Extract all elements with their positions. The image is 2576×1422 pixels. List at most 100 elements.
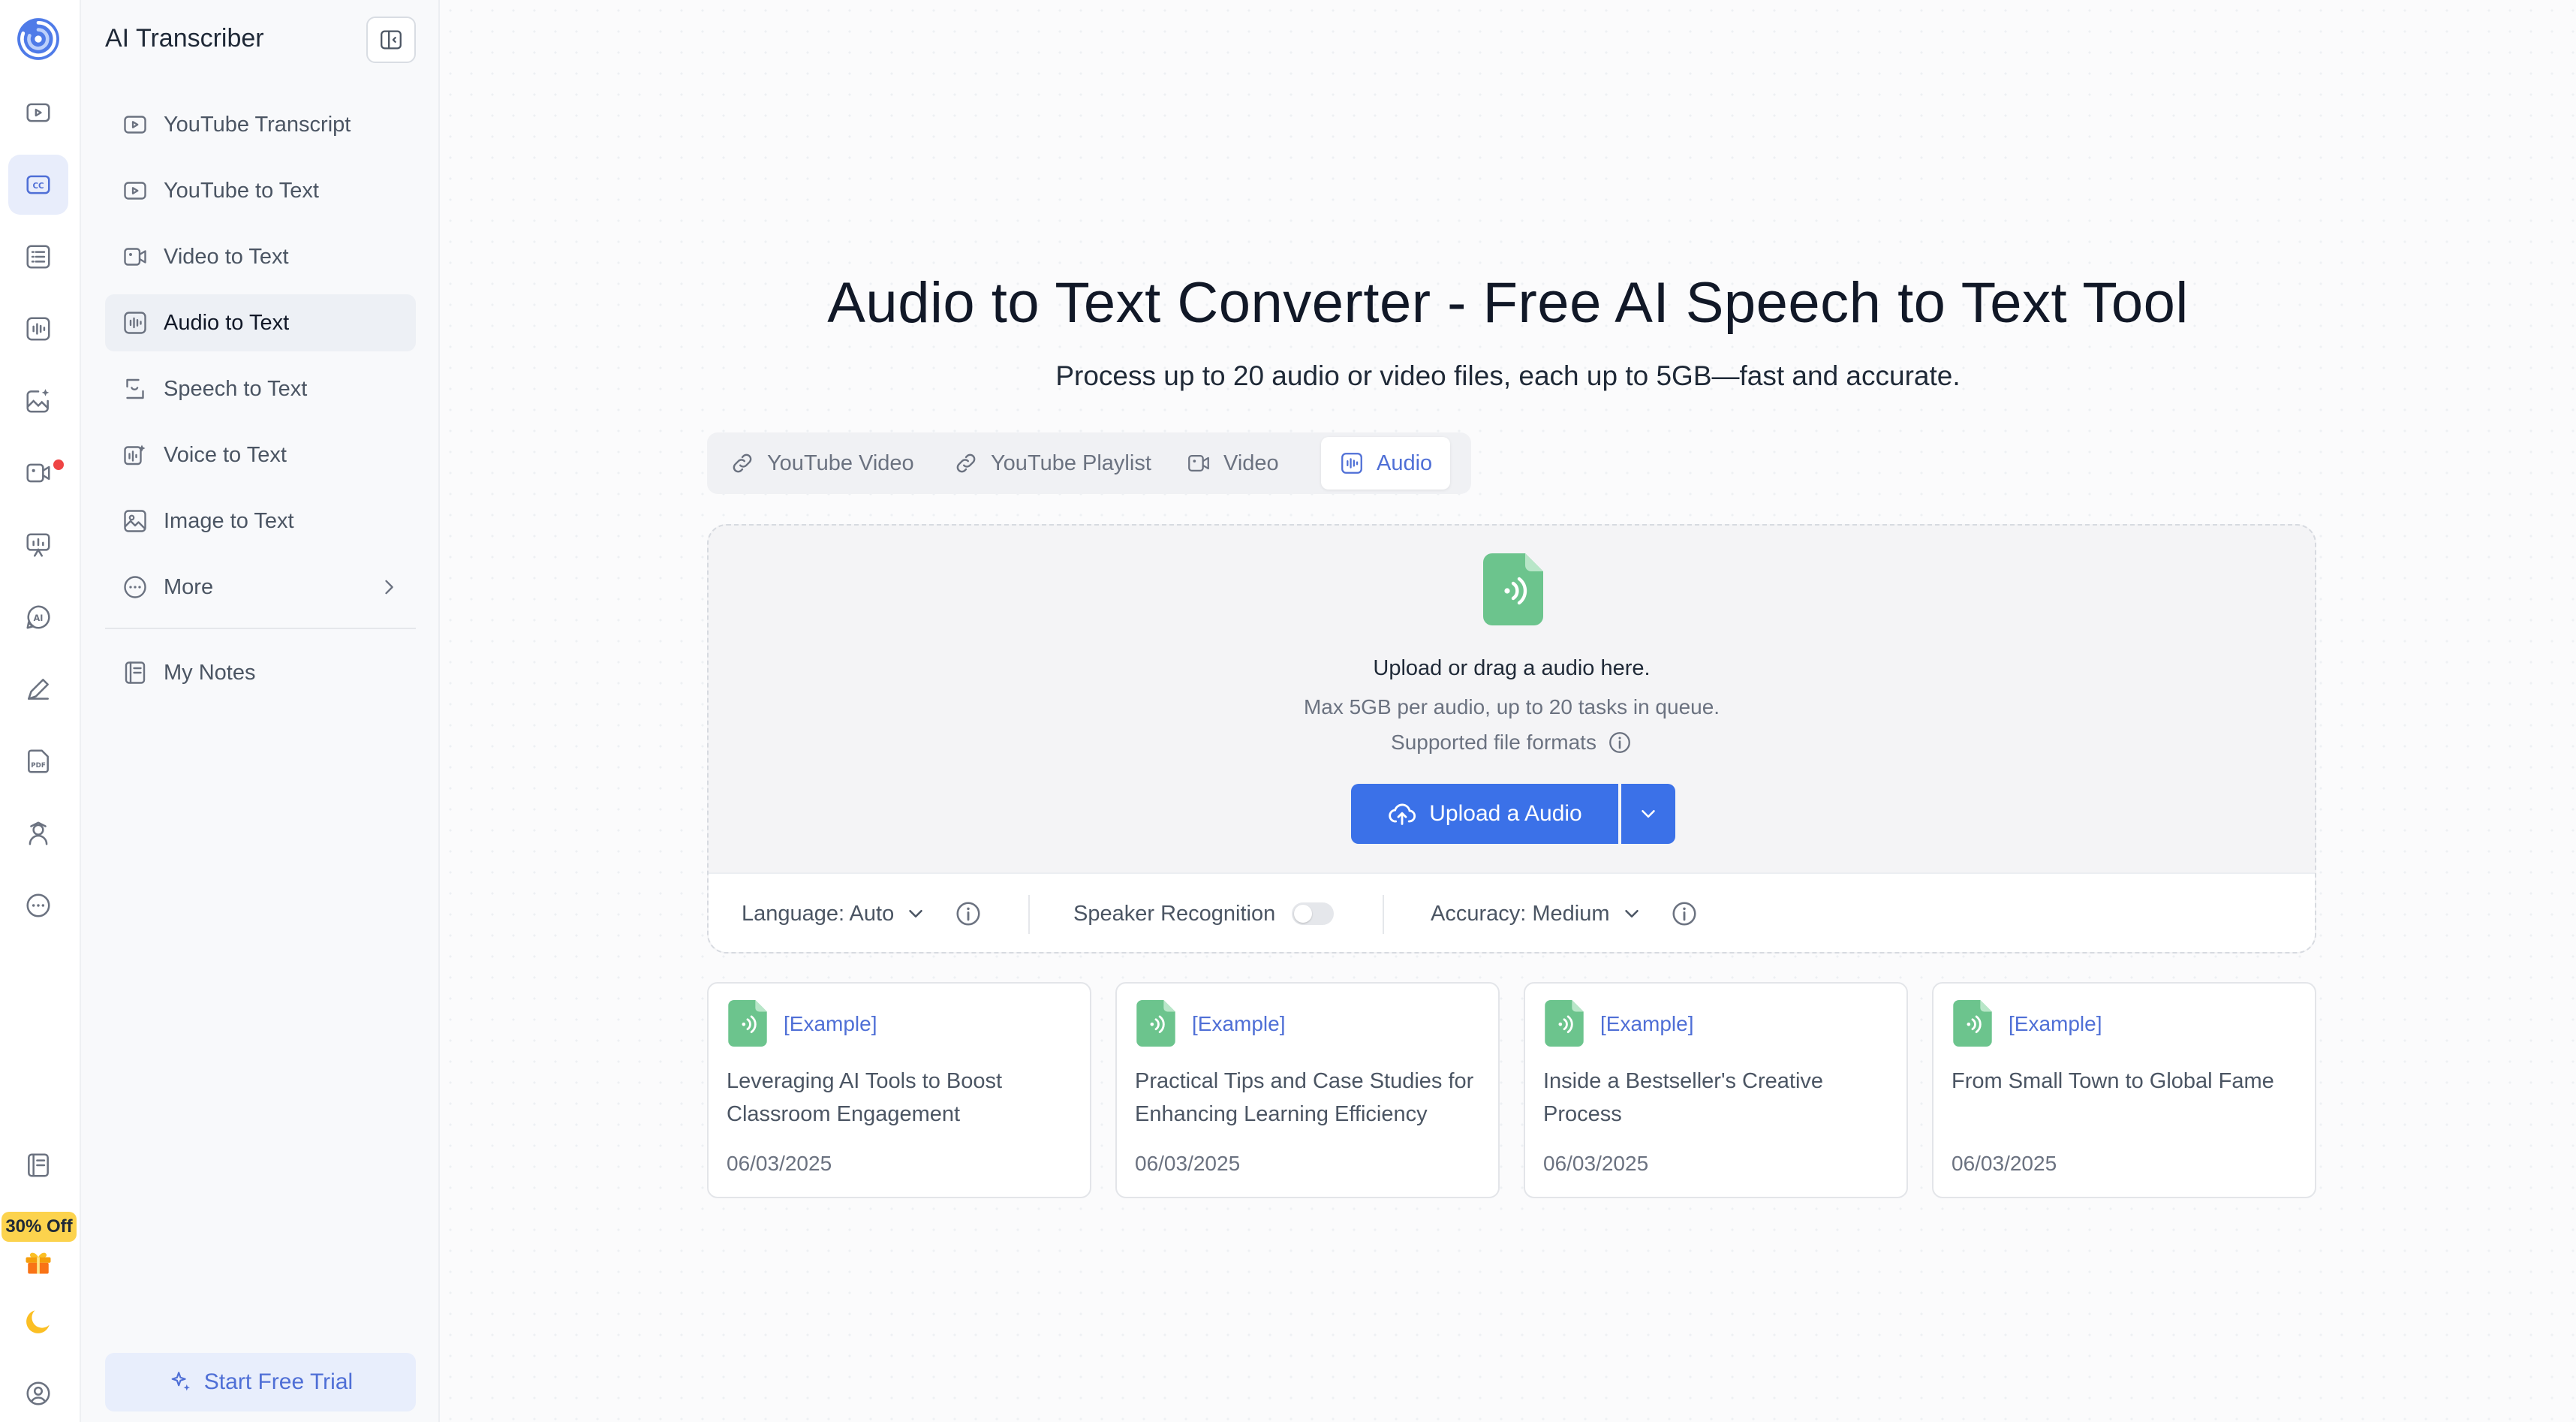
- tab-youtube-playlist[interactable]: YouTube Playlist: [935, 437, 1169, 490]
- example-card[interactable]: [Example] Leveraging AI Tools to Boost C…: [707, 982, 1091, 1198]
- pen-icon[interactable]: [8, 659, 68, 719]
- nav-divider: [105, 628, 416, 629]
- pdf-icon[interactable]: PDF: [8, 731, 68, 791]
- nav-item-label: Voice to Text: [164, 442, 287, 467]
- svg-text:CC: CC: [32, 182, 44, 191]
- nav-item-audio-to-text[interactable]: Audio to Text: [105, 294, 416, 351]
- more-icon[interactable]: [8, 875, 68, 935]
- nav-item-label: Audio to Text: [164, 310, 290, 335]
- example-title: From Small Town to Global Fame: [1952, 1069, 2274, 1093]
- divider: [1383, 895, 1384, 934]
- tab-audio[interactable]: Audio: [1321, 437, 1451, 490]
- image-icon: [122, 508, 149, 535]
- gift-icon[interactable]: [8, 1231, 68, 1291]
- example-title: Practical Tips and Case Studies for Enha…: [1135, 1069, 1474, 1126]
- example-tag: [Example]: [1192, 1012, 1286, 1035]
- example-date: 06/03/2025: [1952, 1152, 2057, 1175]
- tab-youtube-video[interactable]: YouTube Video: [712, 437, 932, 490]
- captions-icon[interactable]: CC: [8, 155, 68, 215]
- info-icon[interactable]: [954, 899, 983, 928]
- info-icon[interactable]: [1670, 899, 1699, 928]
- tab-label: Video: [1223, 450, 1279, 475]
- nav-item-more[interactable]: More: [105, 559, 416, 616]
- nav-item-my-notes[interactable]: My Notes: [105, 644, 416, 701]
- example-title: Leveraging AI Tools to Boost Classroom E…: [727, 1069, 1003, 1126]
- cloud-upload-icon: [1387, 799, 1417, 829]
- notification-dot: [53, 459, 64, 470]
- example-tag: [Example]: [784, 1012, 877, 1035]
- nav-item-label: Speech to Text: [164, 376, 308, 401]
- link-icon: [730, 450, 755, 476]
- video-ai-icon[interactable]: [8, 443, 68, 503]
- divider: [1028, 895, 1030, 934]
- youtube-icon: [122, 111, 149, 138]
- chevron-down-icon: [1621, 902, 1643, 925]
- example-card[interactable]: [Example] From Small Town to Global Fame…: [1932, 982, 2316, 1198]
- accuracy-value: Accuracy: Medium: [1431, 901, 1610, 926]
- svg-text:PDF: PDF: [31, 762, 46, 770]
- example-date: 06/03/2025: [1543, 1152, 1649, 1175]
- nav-item-speech-to-text[interactable]: Speech to Text: [105, 360, 416, 417]
- main-content: Audio to Text Converter - Free AI Speech…: [440, 0, 2576, 1422]
- upload-limits: Max 5GB per audio, up to 20 tasks in que…: [1303, 695, 1720, 719]
- supported-formats: Supported file formats: [709, 730, 2315, 755]
- upload-button-label: Upload a Audio: [1429, 801, 1582, 826]
- youtube-icon[interactable]: [8, 83, 68, 143]
- audio-file-icon: [1483, 553, 1543, 626]
- example-card[interactable]: [Example] Inside a Bestseller's Creative…: [1524, 982, 1908, 1198]
- nav-item-label: My Notes: [164, 660, 256, 685]
- example-tag: [Example]: [1600, 1012, 1694, 1035]
- nav-item-image-to-text[interactable]: Image to Text: [105, 493, 416, 550]
- audio-wave-icon: [122, 309, 149, 336]
- upload-dropzone[interactable]: Upload or drag a audio here. Max 5GB per…: [707, 524, 2316, 954]
- nav-item-voice-to-text[interactable]: Voice to Text: [105, 426, 416, 484]
- nav-item-youtube-to-text[interactable]: YouTube to Text: [105, 162, 416, 219]
- speaker-recognition-label: Speaker Recognition: [1073, 901, 1276, 926]
- page-title: Audio to Text Converter - Free AI Speech…: [827, 271, 2189, 335]
- speech-icon: [122, 375, 149, 402]
- chevron-right-icon: [378, 577, 399, 598]
- presentation-icon[interactable]: [8, 515, 68, 575]
- notes-icon[interactable]: [8, 1135, 68, 1195]
- start-free-trial-button[interactable]: Start Free Trial: [105, 1353, 416, 1411]
- nav-panel: AI Transcriber YouTube Transcript YouTub…: [81, 0, 440, 1422]
- youtube-icon: [122, 177, 149, 204]
- svg-text:AI: AI: [34, 613, 44, 623]
- nav-title: AI Transcriber: [105, 24, 264, 53]
- nav-item-youtube-transcript[interactable]: YouTube Transcript: [105, 96, 416, 153]
- list-icon[interactable]: [8, 227, 68, 287]
- edit-image-icon[interactable]: [8, 371, 68, 431]
- upload-options-dropdown[interactable]: [1621, 784, 1675, 844]
- chevron-down-icon: [904, 902, 927, 925]
- audio-wave-icon[interactable]: [8, 299, 68, 359]
- upload-hint: Upload or drag a audio here.: [1373, 656, 1651, 680]
- audio-wave-icon: [1339, 450, 1365, 476]
- accuracy-select[interactable]: Accuracy: Medium: [1431, 874, 1699, 952]
- graduation-icon[interactable]: [8, 803, 68, 863]
- video-icon: [1186, 450, 1211, 476]
- moon-icon[interactable]: [8, 1291, 68, 1351]
- tab-video[interactable]: Video: [1168, 437, 1297, 490]
- logo-icon[interactable]: [8, 9, 68, 69]
- audio-file-icon: [728, 1000, 767, 1047]
- voice-icon: [122, 441, 149, 468]
- info-icon[interactable]: [1607, 730, 1633, 755]
- speaker-recognition-toggle[interactable]: [1292, 902, 1335, 925]
- ai-chat-icon[interactable]: AI: [8, 587, 68, 647]
- sidebar-toggle-icon: [378, 27, 404, 53]
- tab-label: Audio: [1377, 450, 1433, 475]
- user-icon[interactable]: [8, 1363, 68, 1422]
- upload-audio-button[interactable]: Upload a Audio: [1351, 784, 1618, 844]
- language-select[interactable]: Language: Auto: [742, 874, 983, 952]
- trial-label: Start Free Trial: [203, 1369, 354, 1394]
- collapse-sidebar-button[interactable]: [366, 17, 416, 63]
- link-icon: [953, 450, 979, 476]
- speaker-recognition: Speaker Recognition: [1073, 874, 1335, 952]
- supported-formats-label: Supported file formats: [1391, 731, 1596, 754]
- tab-label: YouTube Playlist: [991, 450, 1151, 475]
- audio-file-icon: [1545, 1000, 1584, 1047]
- example-card[interactable]: [Example] Practical Tips and Case Studie…: [1115, 982, 1500, 1198]
- nav-item-video-to-text[interactable]: Video to Text: [105, 228, 416, 285]
- sparkle-icon: [168, 1369, 194, 1395]
- nav-item-label: YouTube Transcript: [164, 112, 351, 137]
